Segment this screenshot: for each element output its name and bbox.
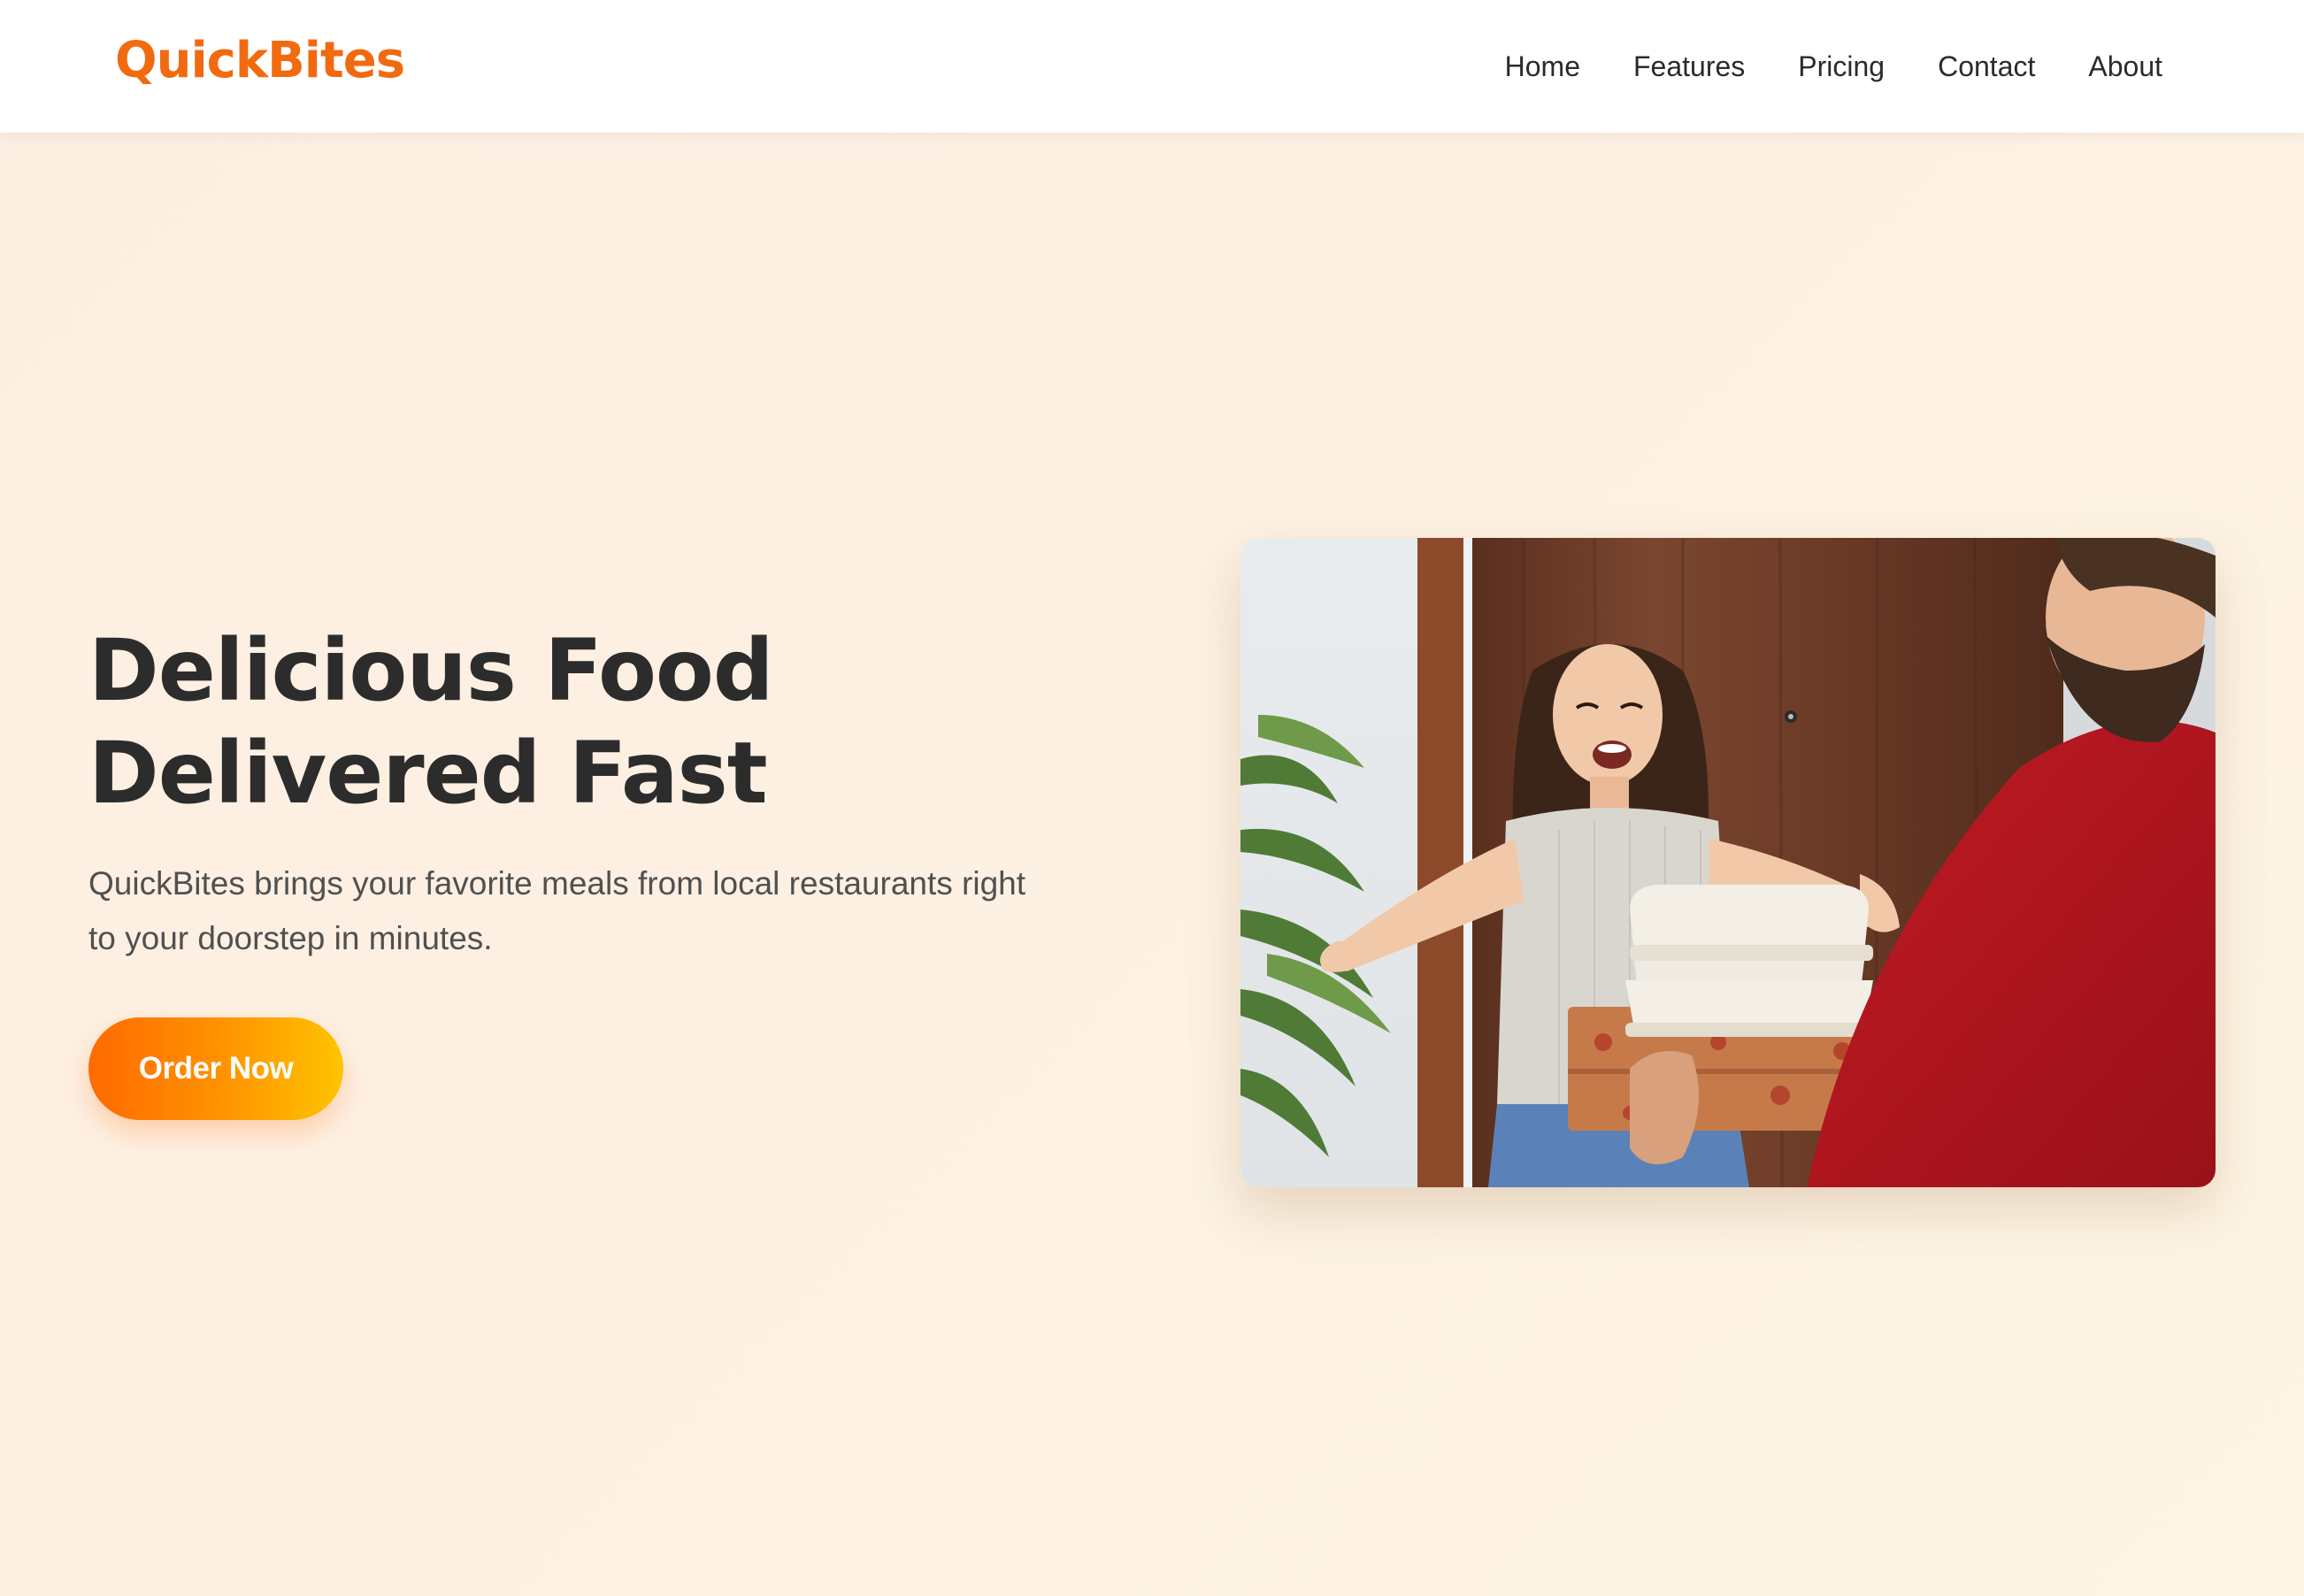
- nav-link-contact[interactable]: Contact: [1938, 50, 2035, 83]
- brand-logo[interactable]: QuickBites: [115, 32, 405, 89]
- hero-title-line-1: Delicious Food: [88, 621, 774, 720]
- nav-link-home[interactable]: Home: [1505, 50, 1580, 83]
- delivery-photo-icon: [1240, 538, 2216, 1187]
- hero-image: [1240, 538, 2216, 1187]
- order-now-button[interactable]: Order Now: [88, 1017, 343, 1120]
- hero-description: QuickBites brings your favorite meals fr…: [88, 865, 1026, 956]
- nav-link-features[interactable]: Features: [1633, 50, 1745, 83]
- nav-link-pricing[interactable]: Pricing: [1798, 50, 1885, 83]
- main-nav: Home Features Pricing Contact About: [1452, 0, 2162, 133]
- site-header: QuickBites Home Features Pricing Contact…: [0, 0, 2304, 133]
- hero-title-line-2: Delivered Fast: [88, 724, 768, 823]
- hero-title: Delicious Food Delivered Fast: [88, 619, 1062, 825]
- nav-link-about[interactable]: About: [2088, 50, 2162, 83]
